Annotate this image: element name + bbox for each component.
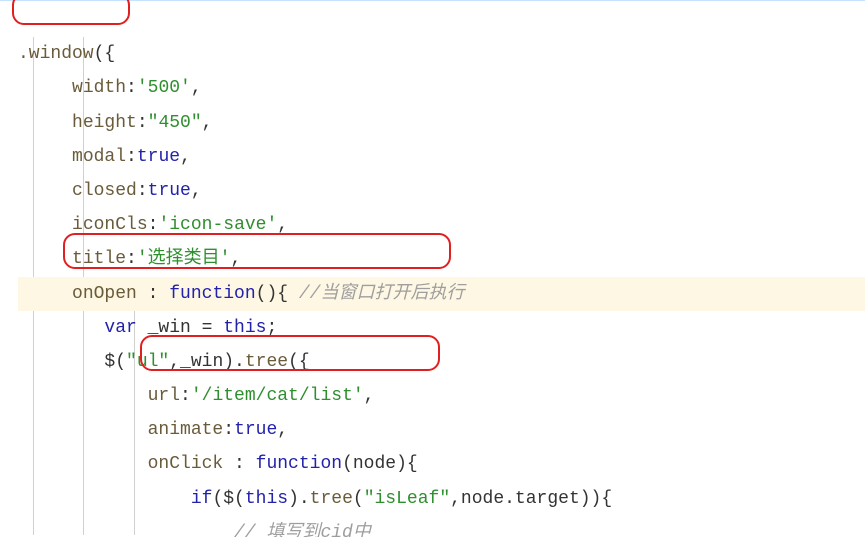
code-line: iconCls:'icon-save', — [18, 215, 288, 235]
code-line: onClick : function(node){ — [18, 454, 418, 474]
code-line: height:"450", — [18, 113, 212, 133]
code-line: modal:true, — [18, 147, 191, 167]
code-line-highlighted: onOpen : function(){ //当窗口打开后执行 — [18, 277, 865, 311]
code-line: animate:true, — [18, 420, 288, 440]
token-window: .window — [18, 44, 94, 64]
code-editor: .window({ width:'500', height:"450", mod… — [0, 0, 865, 537]
code-block: .window({ width:'500', height:"450", mod… — [18, 3, 865, 537]
code-line: width:'500', — [18, 78, 202, 98]
code-line: $("ul",_win).tree({ — [18, 352, 310, 372]
code-line: .window({ — [18, 44, 115, 64]
code-line: title:'选择类目', — [18, 249, 241, 269]
code-line: if($(this).tree("isLeaf",node.target)){ — [18, 489, 612, 509]
code-line: var _win = this; — [18, 318, 277, 338]
code-line: closed:true, — [18, 181, 202, 201]
code-line: // 填写到cid中 — [18, 523, 371, 537]
code-line: url:'/item/cat/list', — [18, 386, 374, 406]
